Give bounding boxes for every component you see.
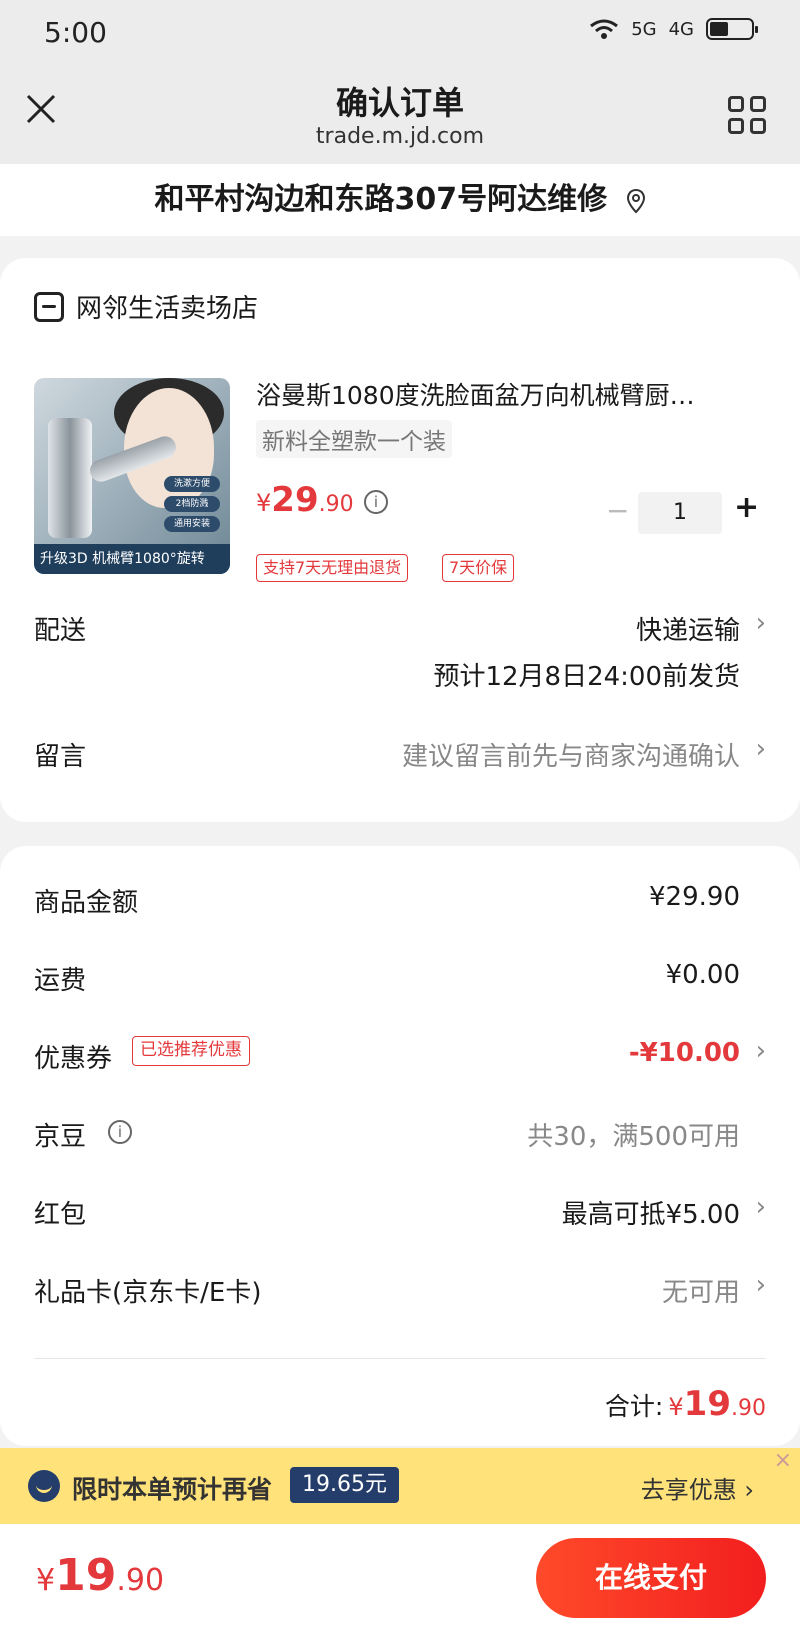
signal-4g-icon: 4G bbox=[668, 18, 694, 40]
promo-text: 限时本单预计再省 bbox=[72, 1475, 273, 1504]
chevron-right-icon[interactable]: › bbox=[756, 1270, 766, 1300]
product-spec[interactable]: 新料全塑款一个装 bbox=[256, 420, 452, 458]
quantity-minus-button[interactable]: − bbox=[606, 494, 629, 527]
wifi-icon bbox=[590, 19, 619, 39]
price-info-icon[interactable]: i bbox=[364, 490, 388, 514]
footer-total-price: ¥19.90 bbox=[36, 1550, 165, 1601]
divider bbox=[34, 1358, 766, 1359]
chevron-right-icon[interactable]: › bbox=[756, 734, 766, 764]
goods-amount-value: ¥29.90 bbox=[649, 882, 740, 912]
image-banner: 升级3D 机械臂1080°旋转 bbox=[34, 544, 230, 574]
chevron-right-icon[interactable]: › bbox=[756, 1036, 766, 1066]
coupon-value[interactable]: -¥10.00 bbox=[629, 1038, 740, 1068]
red-packet-label: 红包 bbox=[34, 1200, 87, 1230]
promo-close-icon[interactable]: × bbox=[774, 1448, 792, 1473]
status-icons: 5G 4G bbox=[589, 18, 758, 40]
note-input[interactable]: 建议留言前先与商家沟通确认 bbox=[402, 736, 740, 773]
image-tag: 2档防溅 bbox=[164, 496, 220, 512]
address-bar[interactable]: 和平村沟边和东路307号阿达维修 bbox=[0, 164, 800, 236]
total-value: 19 bbox=[683, 1384, 731, 1424]
order-item-card: 网邻生活卖场店 洗漱方便 2档防溅 通用安装 升级3D 机械臂1080°旋转 浴… bbox=[0, 258, 800, 822]
quantity-plus-button[interactable]: + bbox=[734, 490, 759, 525]
page-title: 确认订单 bbox=[335, 84, 464, 122]
status-bar: 5:00 5G 4G bbox=[0, 0, 800, 68]
gift-card-value[interactable]: 无可用 bbox=[662, 1272, 740, 1309]
delivery-estimate: 预计12月8日24:00前发货 bbox=[433, 662, 740, 692]
shop-row[interactable]: 网邻生活卖场店 bbox=[34, 288, 258, 325]
apps-grid-icon[interactable] bbox=[728, 96, 766, 134]
promo-banner[interactable]: 限时本单预计再省 19.65元 去享优惠 › × bbox=[0, 1448, 800, 1524]
coupon-label: 优惠券 bbox=[34, 1044, 113, 1074]
return-policy-badge: 支持7天无理由退货 bbox=[256, 554, 409, 582]
total-row: 合计: ¥19.90 bbox=[604, 1384, 766, 1424]
coupon-badge: 已选推荐优惠 bbox=[132, 1036, 250, 1066]
location-pin-icon bbox=[626, 188, 645, 213]
chevron-right-icon[interactable]: › bbox=[756, 608, 766, 638]
checkout-footer: ¥19.90 在线支付 bbox=[0, 1524, 800, 1632]
shop-name: 网邻生活卖场店 bbox=[76, 294, 259, 324]
shipping-value: ¥0.00 bbox=[665, 960, 740, 990]
quantity-input[interactable]: 1 bbox=[638, 492, 722, 534]
red-packet-value[interactable]: 最高可抵¥5.00 bbox=[562, 1194, 740, 1231]
chevron-right-icon[interactable]: › bbox=[756, 1192, 766, 1222]
delivery-label: 配送 bbox=[34, 616, 87, 646]
promo-link[interactable]: 去享优惠 › bbox=[641, 1470, 754, 1505]
delivery-method[interactable]: 快递运输 bbox=[636, 610, 740, 647]
jd-beans-value: 共30，满500可用 bbox=[527, 1122, 740, 1152]
total-label: 合计: bbox=[604, 1392, 664, 1421]
nav-bar: 确认订单 trade.m.jd.com bbox=[0, 68, 800, 164]
product-title[interactable]: 浴曼斯1080度洗脸面盆万向机械臂厨… bbox=[256, 376, 766, 412]
gift-card-label: 礼品卡(京东卡/E卡) bbox=[34, 1278, 262, 1308]
beans-info-icon[interactable]: i bbox=[108, 1120, 132, 1144]
shipping-label: 运费 bbox=[34, 966, 87, 996]
promo-amount-badge: 19.65元 bbox=[290, 1467, 399, 1503]
price-summary-card: 商品金额 ¥29.90 运费 ¥0.00 优惠券 已选推荐优惠 -¥10.00 … bbox=[0, 846, 800, 1446]
goods-amount-label: 商品金额 bbox=[34, 888, 139, 918]
note-label: 留言 bbox=[34, 742, 87, 772]
status-time: 5:00 bbox=[44, 16, 107, 49]
image-tag: 洗漱方便 bbox=[164, 476, 220, 492]
address-text: 和平村沟边和东路307号阿达维修 bbox=[154, 182, 608, 217]
product-image[interactable]: 洗漱方便 2档防溅 通用安装 升级3D 机械臂1080°旋转 bbox=[34, 378, 230, 574]
price-protect-badge: 7天价保 bbox=[442, 554, 515, 582]
shop-icon bbox=[34, 291, 64, 322]
product-price: ¥29.90 bbox=[256, 480, 354, 520]
page-url: trade.m.jd.com bbox=[315, 124, 485, 149]
image-tag: 通用安装 bbox=[164, 516, 220, 532]
promo-icon bbox=[28, 1470, 60, 1502]
jd-beans-label: 京豆 bbox=[34, 1122, 87, 1152]
pay-online-button[interactable]: 在线支付 bbox=[536, 1538, 766, 1618]
signal-5g-icon: 5G bbox=[631, 18, 657, 40]
battery-icon bbox=[706, 18, 758, 40]
